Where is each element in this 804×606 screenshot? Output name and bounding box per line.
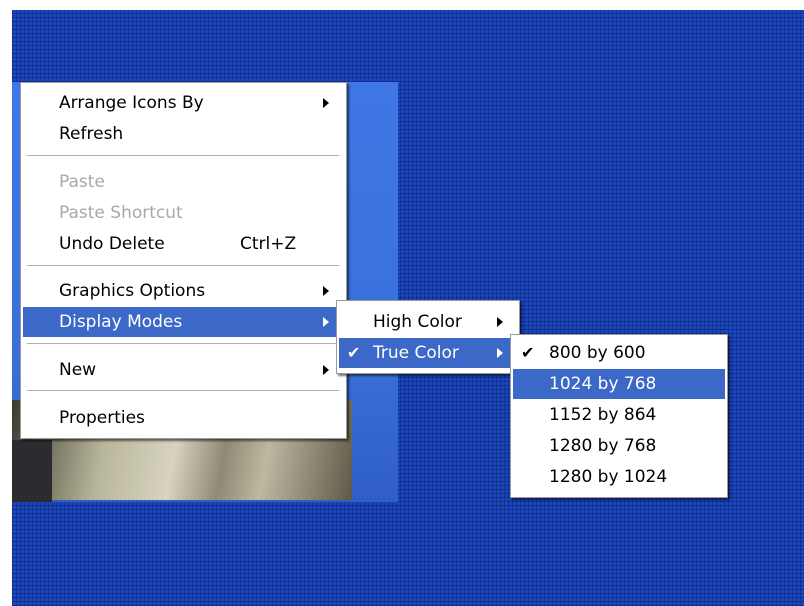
menu-item-undo-delete[interactable]: Undo Delete Ctrl+Z: [23, 229, 344, 259]
menu-item-label: New: [59, 360, 97, 380]
menu-separator: [27, 390, 339, 392]
menu-item-label: Arrange Icons By: [59, 93, 204, 113]
menu-separator: [27, 343, 339, 345]
menu-item-resolution[interactable]: 1280 by 1024: [513, 462, 725, 492]
menu-item-label: Undo Delete: [59, 234, 165, 254]
menu-item-label: Properties: [59, 408, 145, 428]
menu-item-label: Display Modes: [59, 312, 183, 332]
submenu-arrow-icon: [323, 98, 329, 108]
menu-item-resolution[interactable]: 1152 by 864: [513, 400, 725, 430]
menu-item-label: Graphics Options: [59, 281, 206, 301]
menu-item-label: Paste: [59, 172, 105, 192]
submenu-arrow-icon: [497, 317, 503, 327]
menu-item-label: True Color: [373, 343, 459, 363]
menu-item-resolution[interactable]: 1280 by 768: [513, 431, 725, 461]
menu-item-new[interactable]: New: [23, 355, 344, 385]
checkmark-icon: ✔: [521, 343, 535, 362]
menu-item-display-modes[interactable]: Display Modes: [23, 307, 344, 337]
menu-item-refresh[interactable]: Refresh: [23, 119, 344, 149]
menu-item-graphics-options[interactable]: Graphics Options: [23, 276, 344, 306]
submenu-arrow-icon: [323, 286, 329, 296]
menu-item-shortcut: Ctrl+Z: [240, 234, 297, 254]
menu-item-label: 1152 by 864: [549, 405, 657, 425]
menu-item-properties[interactable]: Properties: [23, 403, 344, 433]
background-picture-shadow: [12, 440, 52, 502]
menu-separator: [27, 265, 339, 267]
menu-item-label: Refresh: [59, 124, 124, 144]
menu-separator: [27, 155, 339, 157]
menu-item-arrange-icons-by[interactable]: Arrange Icons By: [23, 88, 344, 118]
menu-item-label: Paste Shortcut: [59, 203, 183, 223]
menu-item-resolution[interactable]: ✔ 800 by 600: [513, 338, 725, 368]
menu-item-resolution[interactable]: 1024 by 768: [513, 369, 725, 399]
menu-item-true-color[interactable]: ✔ True Color: [339, 338, 517, 368]
menu-item-label: 800 by 600: [549, 343, 646, 363]
submenu-arrow-icon: [497, 348, 503, 358]
display-modes-submenu: High Color ✔ True Color: [336, 300, 520, 374]
submenu-arrow-icon: [323, 317, 329, 327]
menu-item-label: 1280 by 768: [549, 436, 657, 456]
checkmark-icon: ✔: [347, 343, 361, 362]
menu-item-paste-shortcut[interactable]: Paste Shortcut: [23, 198, 344, 228]
resolution-submenu: ✔ 800 by 600 1024 by 768 1152 by 864 128…: [510, 334, 728, 498]
menu-item-label: High Color: [373, 312, 462, 332]
desktop-context-menu: Arrange Icons By Refresh Paste Paste Sho…: [20, 82, 347, 439]
menu-item-label: 1280 by 1024: [549, 467, 668, 487]
menu-item-paste[interactable]: Paste: [23, 167, 344, 197]
menu-item-label: 1024 by 768: [549, 374, 657, 394]
menu-item-high-color[interactable]: High Color: [339, 307, 517, 337]
submenu-arrow-icon: [323, 365, 329, 375]
